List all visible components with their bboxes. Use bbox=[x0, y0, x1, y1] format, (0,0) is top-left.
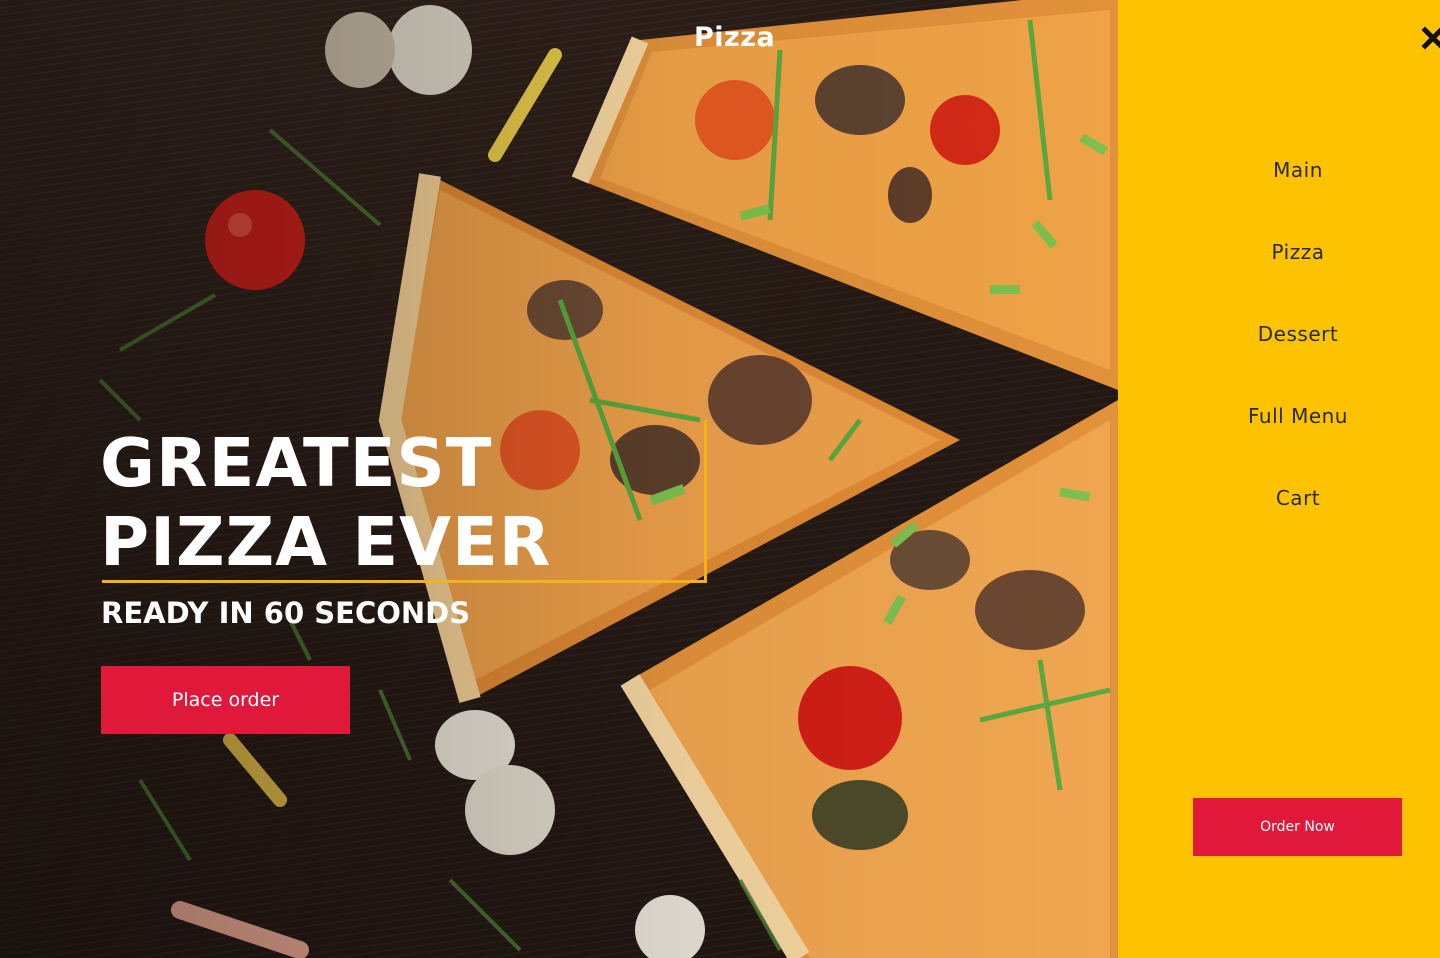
brand-logo[interactable]: Pizza bbox=[694, 22, 775, 53]
order-now-button[interactable]: Order Now bbox=[1193, 798, 1402, 856]
menu-item-full-menu[interactable]: Full Menu bbox=[1118, 396, 1440, 478]
headline-line-2: PIZZA EVER bbox=[100, 503, 552, 581]
close-menu-button[interactable] bbox=[1419, 24, 1440, 52]
menu-item-cart[interactable]: Cart bbox=[1118, 478, 1440, 560]
place-order-button[interactable]: Place order bbox=[101, 666, 350, 734]
side-menu-nav: Main Pizza Dessert Full Menu Cart bbox=[1118, 150, 1440, 560]
headline-line-1: GREATEST bbox=[100, 424, 493, 502]
menu-item-dessert[interactable]: Dessert bbox=[1118, 314, 1440, 396]
hero-subheadline: READY IN 60 SECONDS bbox=[101, 596, 471, 630]
hero-headline: GREATEST PIZZA EVER bbox=[100, 424, 660, 582]
menu-item-main[interactable]: Main bbox=[1118, 150, 1440, 232]
menu-item-pizza[interactable]: Pizza bbox=[1118, 232, 1440, 314]
close-icon bbox=[1421, 26, 1440, 50]
